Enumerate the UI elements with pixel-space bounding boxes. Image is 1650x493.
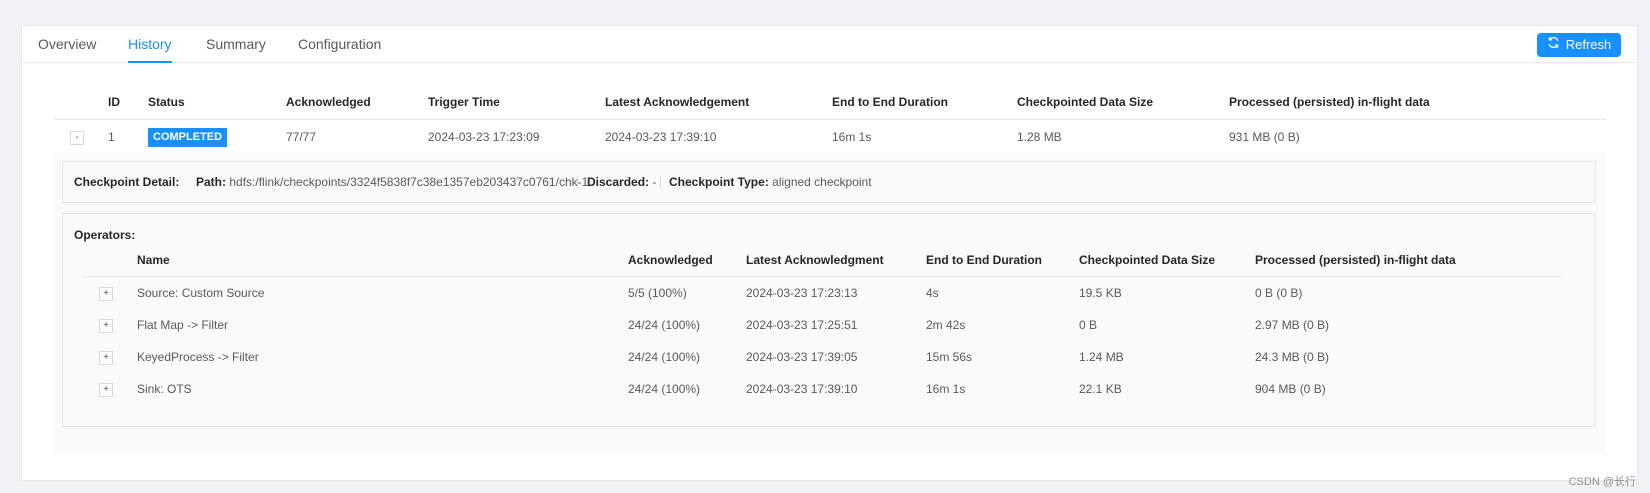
tab-history[interactable]: History bbox=[128, 26, 172, 63]
tab-summary[interactable]: Summary bbox=[206, 26, 266, 62]
operators-section: Operators: Name Acknowledged Latest Ackn… bbox=[62, 213, 1596, 427]
operator-duration: 16m 1s bbox=[926, 382, 966, 396]
checkpoint-detail-title: Checkpoint Detail: bbox=[74, 175, 180, 189]
collapse-toggle[interactable]: - bbox=[70, 131, 84, 145]
col-trigger-time: Trigger Time bbox=[428, 95, 500, 109]
col-duration: End to End Duration bbox=[926, 253, 1042, 267]
operator-latest-ack: 2024-03-23 17:39:10 bbox=[746, 382, 858, 396]
operator-ack: 5/5 (100%) bbox=[628, 286, 687, 300]
col-latest-ack: Latest Acknowledgment bbox=[746, 253, 884, 267]
watermark: CSDN @长行 bbox=[1568, 476, 1636, 488]
path-value: hdfs:/flink/checkpoints/3324f5838f7c38e1… bbox=[229, 175, 589, 189]
operator-duration: 2m 42s bbox=[926, 318, 966, 332]
acknowledged-value: 77/77 bbox=[286, 130, 317, 144]
operator-data-size: 22.1 KB bbox=[1079, 382, 1122, 396]
operators-title: Operators: bbox=[74, 228, 136, 242]
col-latest-ack: Latest Acknowledgement bbox=[605, 95, 750, 109]
col-data-size: Checkpointed Data Size bbox=[1079, 253, 1216, 267]
tab-overview[interactable]: Overview bbox=[38, 26, 96, 62]
divider bbox=[577, 176, 578, 189]
checkpoint-id: 1 bbox=[108, 130, 115, 144]
col-status: Status bbox=[148, 95, 185, 109]
discarded-label: Discarded: bbox=[587, 175, 650, 189]
table-row[interactable]: + Flat Map -> Filter 24/24 (100%) 2024-0… bbox=[83, 309, 1561, 341]
operator-latest-ack: 2024-03-23 17:25:51 bbox=[746, 318, 858, 332]
checkpoint-type-field: Checkpoint Type: aligned checkpoint bbox=[669, 162, 872, 202]
refresh-label: Refresh bbox=[1565, 37, 1612, 52]
status-cell: COMPLETED bbox=[148, 120, 228, 154]
tab-history-label: History bbox=[128, 36, 172, 52]
operator-ack: 24/24 (100%) bbox=[628, 350, 701, 364]
col-id: ID bbox=[108, 95, 120, 109]
operator-inflight: 904 MB (0 B) bbox=[1255, 382, 1326, 396]
operator-latest-ack: 2024-03-23 17:23:13 bbox=[746, 286, 858, 300]
expand-toggle[interactable]: + bbox=[99, 351, 113, 365]
operators-header-row: Name Acknowledged Latest Acknowledgment … bbox=[83, 244, 1561, 277]
tab-bar: Overview History Summary Configuration R… bbox=[22, 26, 1637, 63]
expand-toggle[interactable]: + bbox=[99, 383, 113, 397]
table-row[interactable]: - 1 COMPLETED 77/77 2024-03-23 17:23:09 … bbox=[54, 120, 1606, 155]
expand-toggle[interactable]: + bbox=[99, 287, 113, 301]
operator-duration: 4s bbox=[926, 286, 939, 300]
inflight-value: 931 MB (0 B) bbox=[1229, 130, 1300, 144]
path-field: Path: hdfs:/flink/checkpoints/3324f5838f… bbox=[196, 162, 588, 202]
operator-name: KeyedProcess -> Filter bbox=[137, 350, 259, 364]
checkpoint-expanded-detail: Checkpoint Detail: Path: hdfs:/flink/che… bbox=[54, 153, 1606, 454]
col-acknowledged: Acknowledged bbox=[286, 95, 371, 109]
operator-inflight: 24.3 MB (0 B) bbox=[1255, 350, 1330, 364]
expand-toggle[interactable]: + bbox=[99, 319, 113, 333]
operators-table: Name Acknowledged Latest Acknowledgment … bbox=[83, 244, 1561, 405]
data-size-value: 1.28 MB bbox=[1017, 130, 1062, 144]
table-header-row: ID Status Acknowledged Trigger Time Late… bbox=[54, 85, 1606, 120]
operator-data-size: 19.5 KB bbox=[1079, 286, 1122, 300]
col-inflight: Processed (persisted) in-flight data bbox=[1255, 253, 1456, 267]
refresh-button[interactable]: Refresh bbox=[1537, 33, 1621, 57]
operator-name: Source: Custom Source bbox=[137, 286, 265, 300]
operator-ack: 24/24 (100%) bbox=[628, 382, 701, 396]
col-data-size: Checkpointed Data Size bbox=[1017, 95, 1154, 109]
operator-duration: 15m 56s bbox=[926, 350, 973, 364]
latest-ack-value: 2024-03-23 17:39:10 bbox=[605, 130, 717, 144]
operator-inflight: 0 B (0 B) bbox=[1255, 286, 1303, 300]
divider bbox=[660, 176, 661, 189]
refresh-icon bbox=[1547, 33, 1560, 57]
table-row[interactable]: + KeyedProcess -> Filter 24/24 (100%) 20… bbox=[83, 341, 1561, 373]
checkpoint-detail-bar: Checkpoint Detail: Path: hdfs:/flink/che… bbox=[62, 161, 1596, 203]
col-inflight: Processed (persisted) in-flight data bbox=[1229, 95, 1430, 109]
col-duration: End to End Duration bbox=[832, 95, 948, 109]
path-label: Path: bbox=[196, 175, 226, 189]
col-name: Name bbox=[137, 253, 170, 267]
operator-data-size: 0 B bbox=[1079, 318, 1098, 332]
checkpoint-type-value: aligned checkpoint bbox=[772, 175, 872, 189]
discarded-field: Discarded: - bbox=[587, 162, 656, 202]
trigger-time-value: 2024-03-23 17:23:09 bbox=[428, 130, 540, 144]
operator-latest-ack: 2024-03-23 17:39:05 bbox=[746, 350, 858, 364]
checkpoint-history-table: ID Status Acknowledged Trigger Time Late… bbox=[54, 85, 1606, 155]
operator-inflight: 2.97 MB (0 B) bbox=[1255, 318, 1330, 332]
checkpoints-panel: Overview History Summary Configuration R… bbox=[21, 25, 1638, 481]
tab-configuration[interactable]: Configuration bbox=[298, 26, 381, 62]
checkpoint-type-label: Checkpoint Type: bbox=[669, 175, 769, 189]
operator-name: Sink: OTS bbox=[137, 382, 192, 396]
duration-value: 16m 1s bbox=[832, 130, 872, 144]
table-row[interactable]: + Sink: OTS 24/24 (100%) 2024-03-23 17:3… bbox=[83, 373, 1561, 405]
operator-data-size: 1.24 MB bbox=[1079, 350, 1124, 364]
discarded-value: - bbox=[652, 175, 657, 189]
active-tab-indicator bbox=[128, 61, 172, 63]
table-row[interactable]: + Source: Custom Source 5/5 (100%) 2024-… bbox=[83, 277, 1561, 309]
operator-ack: 24/24 (100%) bbox=[628, 318, 701, 332]
status-badge: COMPLETED bbox=[148, 128, 228, 148]
col-acknowledged: Acknowledged bbox=[628, 253, 713, 267]
operator-name: Flat Map -> Filter bbox=[137, 318, 229, 332]
